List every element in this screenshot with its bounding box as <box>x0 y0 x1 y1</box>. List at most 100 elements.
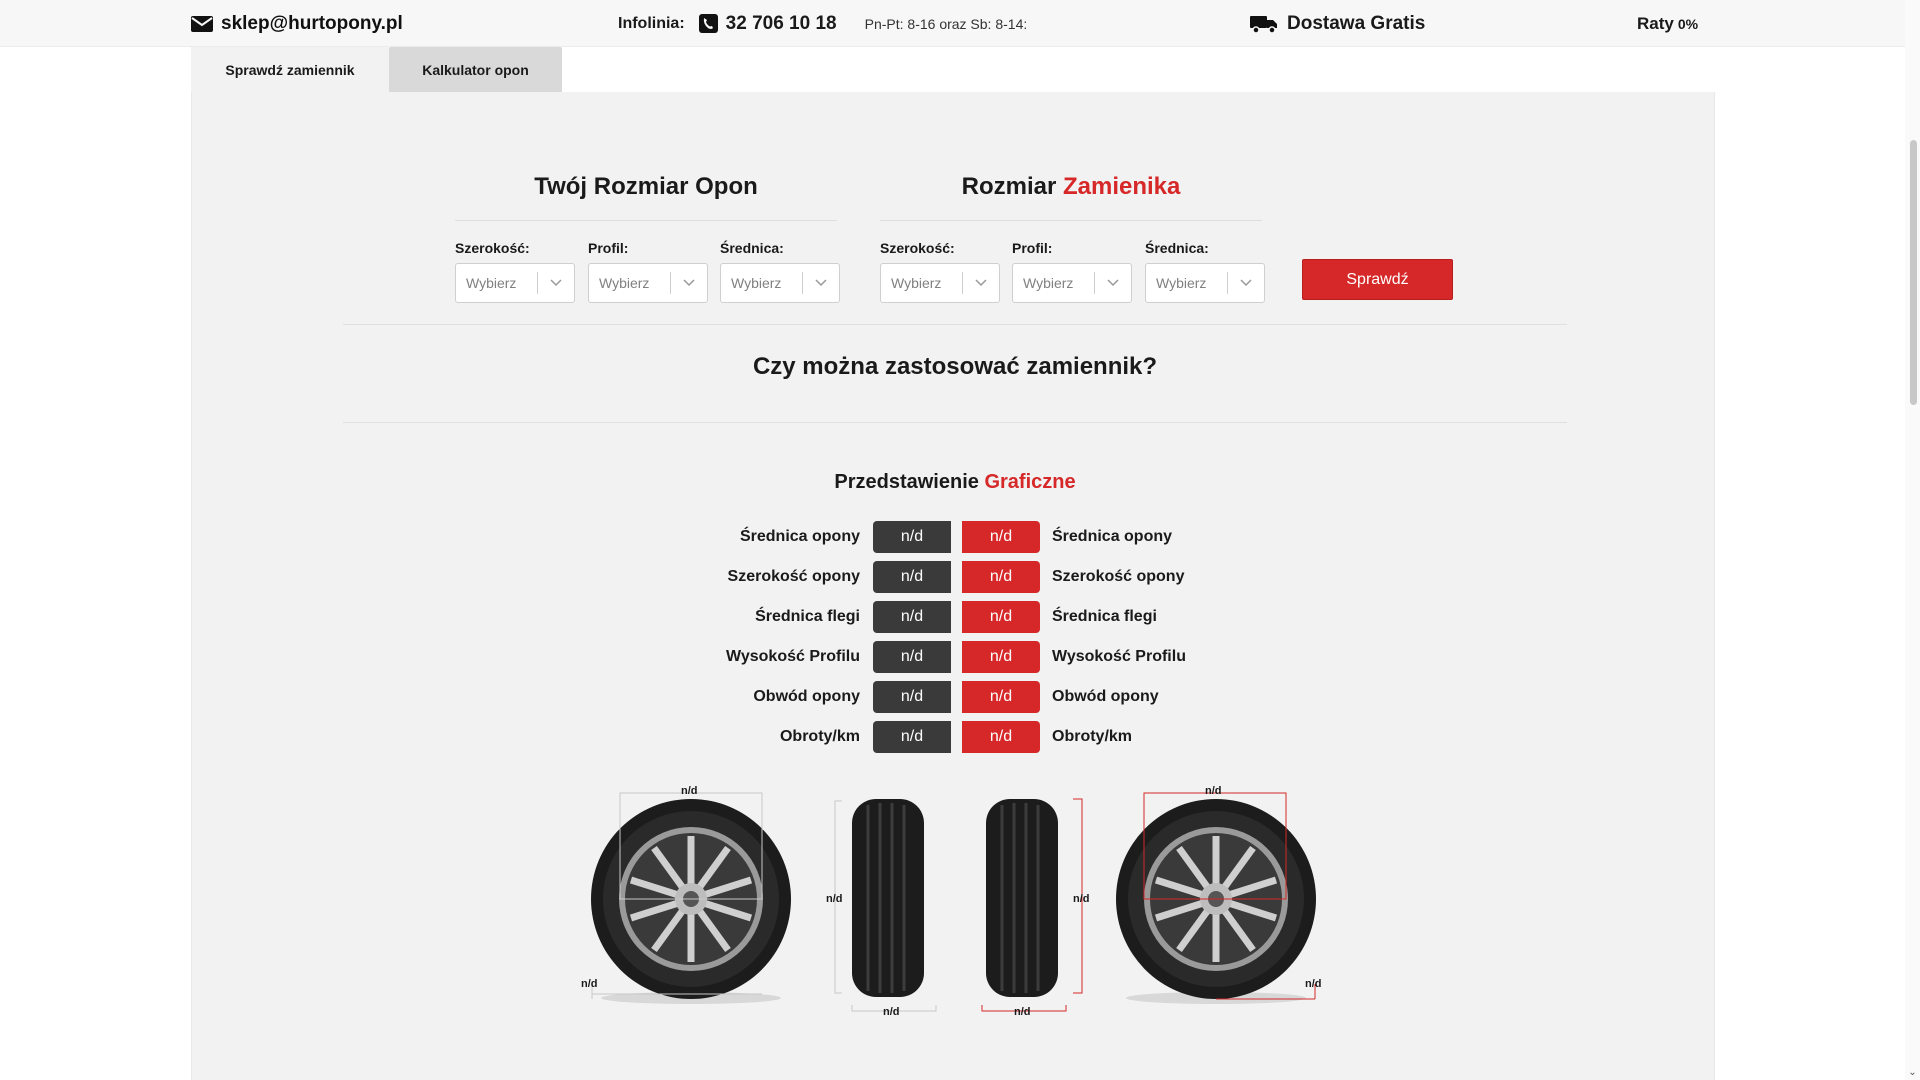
field-diameter-replacement: Średnica: Wybierz <box>1145 240 1265 303</box>
select-value: Wybierz <box>731 275 782 291</box>
tab-kalkulator-opon[interactable]: Kalkulator opon <box>389 47 562 92</box>
your-size-title: Twój Rozmiar Opon <box>534 173 758 200</box>
select-value: Wybierz <box>1023 275 1074 291</box>
phone-icon <box>698 14 718 33</box>
raty-value: 0% <box>1677 15 1699 32</box>
width-select-own[interactable]: Wybierz <box>455 263 575 303</box>
infolinia: Infolinia: 32 706 10 18 Pn-Pt: 8-16 oraz… <box>618 0 1027 47</box>
select-value: Wybierz <box>1156 275 1207 291</box>
infolinia-label: Infolinia: <box>618 14 685 32</box>
delivery-text: Dostawa Gratis <box>1287 12 1426 34</box>
opening-hours: Pn-Pt: 8-16 oraz Sb: 8-14: <box>864 15 1028 32</box>
row-label-replacement: Wysokość Profilu <box>1052 648 1186 665</box>
graphic-title-accent: Graficzne <box>984 471 1076 493</box>
value-replacement: n/d <box>962 521 1040 553</box>
truck-icon <box>1250 15 1277 34</box>
row-label-own: Średnica flegi <box>755 608 860 625</box>
dim-label: n/d <box>1073 893 1090 905</box>
row-label-own: Wysokość Profilu <box>726 648 860 665</box>
scrollbar[interactable]: ⌄ <box>1905 0 1920 1080</box>
email-text: sklep@hurtopony.pl <box>221 12 403 34</box>
value-own: n/d <box>873 561 951 593</box>
field-label: Profil: <box>588 240 629 256</box>
field-label: Średnica: <box>1145 240 1209 256</box>
divider <box>343 422 1567 423</box>
row-label-replacement: Szerokość opony <box>1052 568 1185 585</box>
value-own: n/d <box>873 641 951 673</box>
installments[interactable]: Raty 0% <box>1637 0 1698 47</box>
graphic-title-plain: Przedstawienie <box>834 471 979 493</box>
value-replacement: n/d <box>962 681 1040 713</box>
divider <box>343 324 1567 325</box>
field-label: Średnica: <box>720 240 784 256</box>
row-label-replacement: Średnica flegi <box>1052 608 1157 625</box>
value-replacement: n/d <box>962 601 1040 633</box>
select-value: Wybierz <box>466 275 517 291</box>
free-delivery: Dostawa Gratis <box>1250 0 1425 47</box>
graphic-title: Przedstawienie Graficzne <box>343 471 1567 494</box>
dim-label: n/d <box>681 785 698 797</box>
field-profile-replacement: Profil: Wybierz <box>1012 240 1132 303</box>
chevron-down-icon <box>671 279 707 287</box>
field-profile-own: Profil: Wybierz <box>588 240 708 303</box>
title-underline-right <box>880 220 1262 221</box>
row-label-own: Szerokość opony <box>727 568 860 585</box>
value-own: n/d <box>873 521 951 553</box>
replacement-title-plain: Rozmiar <box>961 173 1057 200</box>
width-select-replacement[interactable]: Wybierz <box>880 263 1000 303</box>
value-replacement: n/d <box>962 721 1040 753</box>
chevron-down-icon <box>1228 279 1264 287</box>
scrollbar-thumb[interactable] <box>1910 140 1917 405</box>
compare-row: Obroty/km n/d n/d Obroty/km <box>600 721 1300 753</box>
chevron-down-icon <box>963 279 999 287</box>
select-value: Wybierz <box>891 275 942 291</box>
compare-row: Wysokość Profilu n/d n/d Wysokość Profil… <box>600 641 1300 673</box>
dim-label: n/d <box>581 978 598 990</box>
compare-row: Średnica opony n/d n/d Średnica opony <box>600 521 1300 553</box>
chevron-down-icon <box>1095 279 1131 287</box>
dim-label: n/d <box>1014 1006 1031 1018</box>
dim-label: n/d <box>883 1006 900 1018</box>
dim-label: n/d <box>1205 785 1222 797</box>
field-label: Szerokość: <box>880 240 955 256</box>
replacement-title-accent: Zamienika <box>1062 173 1181 200</box>
scroll-down-icon[interactable]: ⌄ <box>1908 1068 1917 1078</box>
compatibility-question: Czy można zastosować zamiennik? <box>752 353 1158 380</box>
tab-sprawdz-zamiennik[interactable]: Sprawdź zamiennik <box>191 47 389 92</box>
check-button[interactable]: Sprawdź <box>1302 259 1453 300</box>
row-label-replacement: Obroty/km <box>1052 728 1133 745</box>
dim-label: n/d <box>1305 978 1322 990</box>
tire-side-own-graphic <box>834 799 937 1012</box>
chevron-down-icon <box>803 279 839 287</box>
wheel-front-replacement-graphic <box>1116 792 1316 1004</box>
dim-label: n/d <box>826 893 843 905</box>
field-label: Szerokość: <box>455 240 530 256</box>
compare-row: Średnica flegi n/d n/d Średnica flegi <box>600 601 1300 633</box>
phone-number[interactable]: 32 706 10 18 <box>726 13 837 35</box>
value-replacement: n/d <box>962 641 1040 673</box>
wheel-front-own-graphic <box>591 792 791 1004</box>
raty-label: Raty <box>1637 13 1674 33</box>
envelope-icon <box>191 15 213 32</box>
title-underline-left <box>455 220 837 221</box>
chevron-down-icon <box>538 279 574 287</box>
value-own: n/d <box>873 681 951 713</box>
profile-select-own[interactable]: Wybierz <box>588 263 708 303</box>
diameter-select-own[interactable]: Wybierz <box>720 263 840 303</box>
value-replacement: n/d <box>962 561 1040 593</box>
row-label-own: Obroty/km <box>779 728 860 745</box>
row-label-replacement: Średnica opony <box>1052 528 1173 545</box>
value-own: n/d <box>873 721 951 753</box>
value-own: n/d <box>873 601 951 633</box>
top-bar: sklep@hurtopony.pl Infolinia: 32 706 10 … <box>0 0 1905 47</box>
replacement-size-title: Rozmiar Zamienika <box>880 173 1262 201</box>
field-diameter-own: Średnica: Wybierz <box>720 240 840 303</box>
diameter-select-replacement[interactable]: Wybierz <box>1145 263 1265 303</box>
compare-row: Obwód opony n/d n/d Obwód opony <box>600 681 1300 713</box>
tire-side-replacement-graphic <box>981 798 1083 1012</box>
row-label-own: Średnica opony <box>739 528 860 545</box>
email-link[interactable]: sklep@hurtopony.pl <box>191 0 403 47</box>
compare-row: Szerokość opony n/d n/d Szerokość opony <box>600 561 1300 593</box>
field-width-own: Szerokość: Wybierz <box>455 240 575 303</box>
profile-select-replacement[interactable]: Wybierz <box>1012 263 1132 303</box>
